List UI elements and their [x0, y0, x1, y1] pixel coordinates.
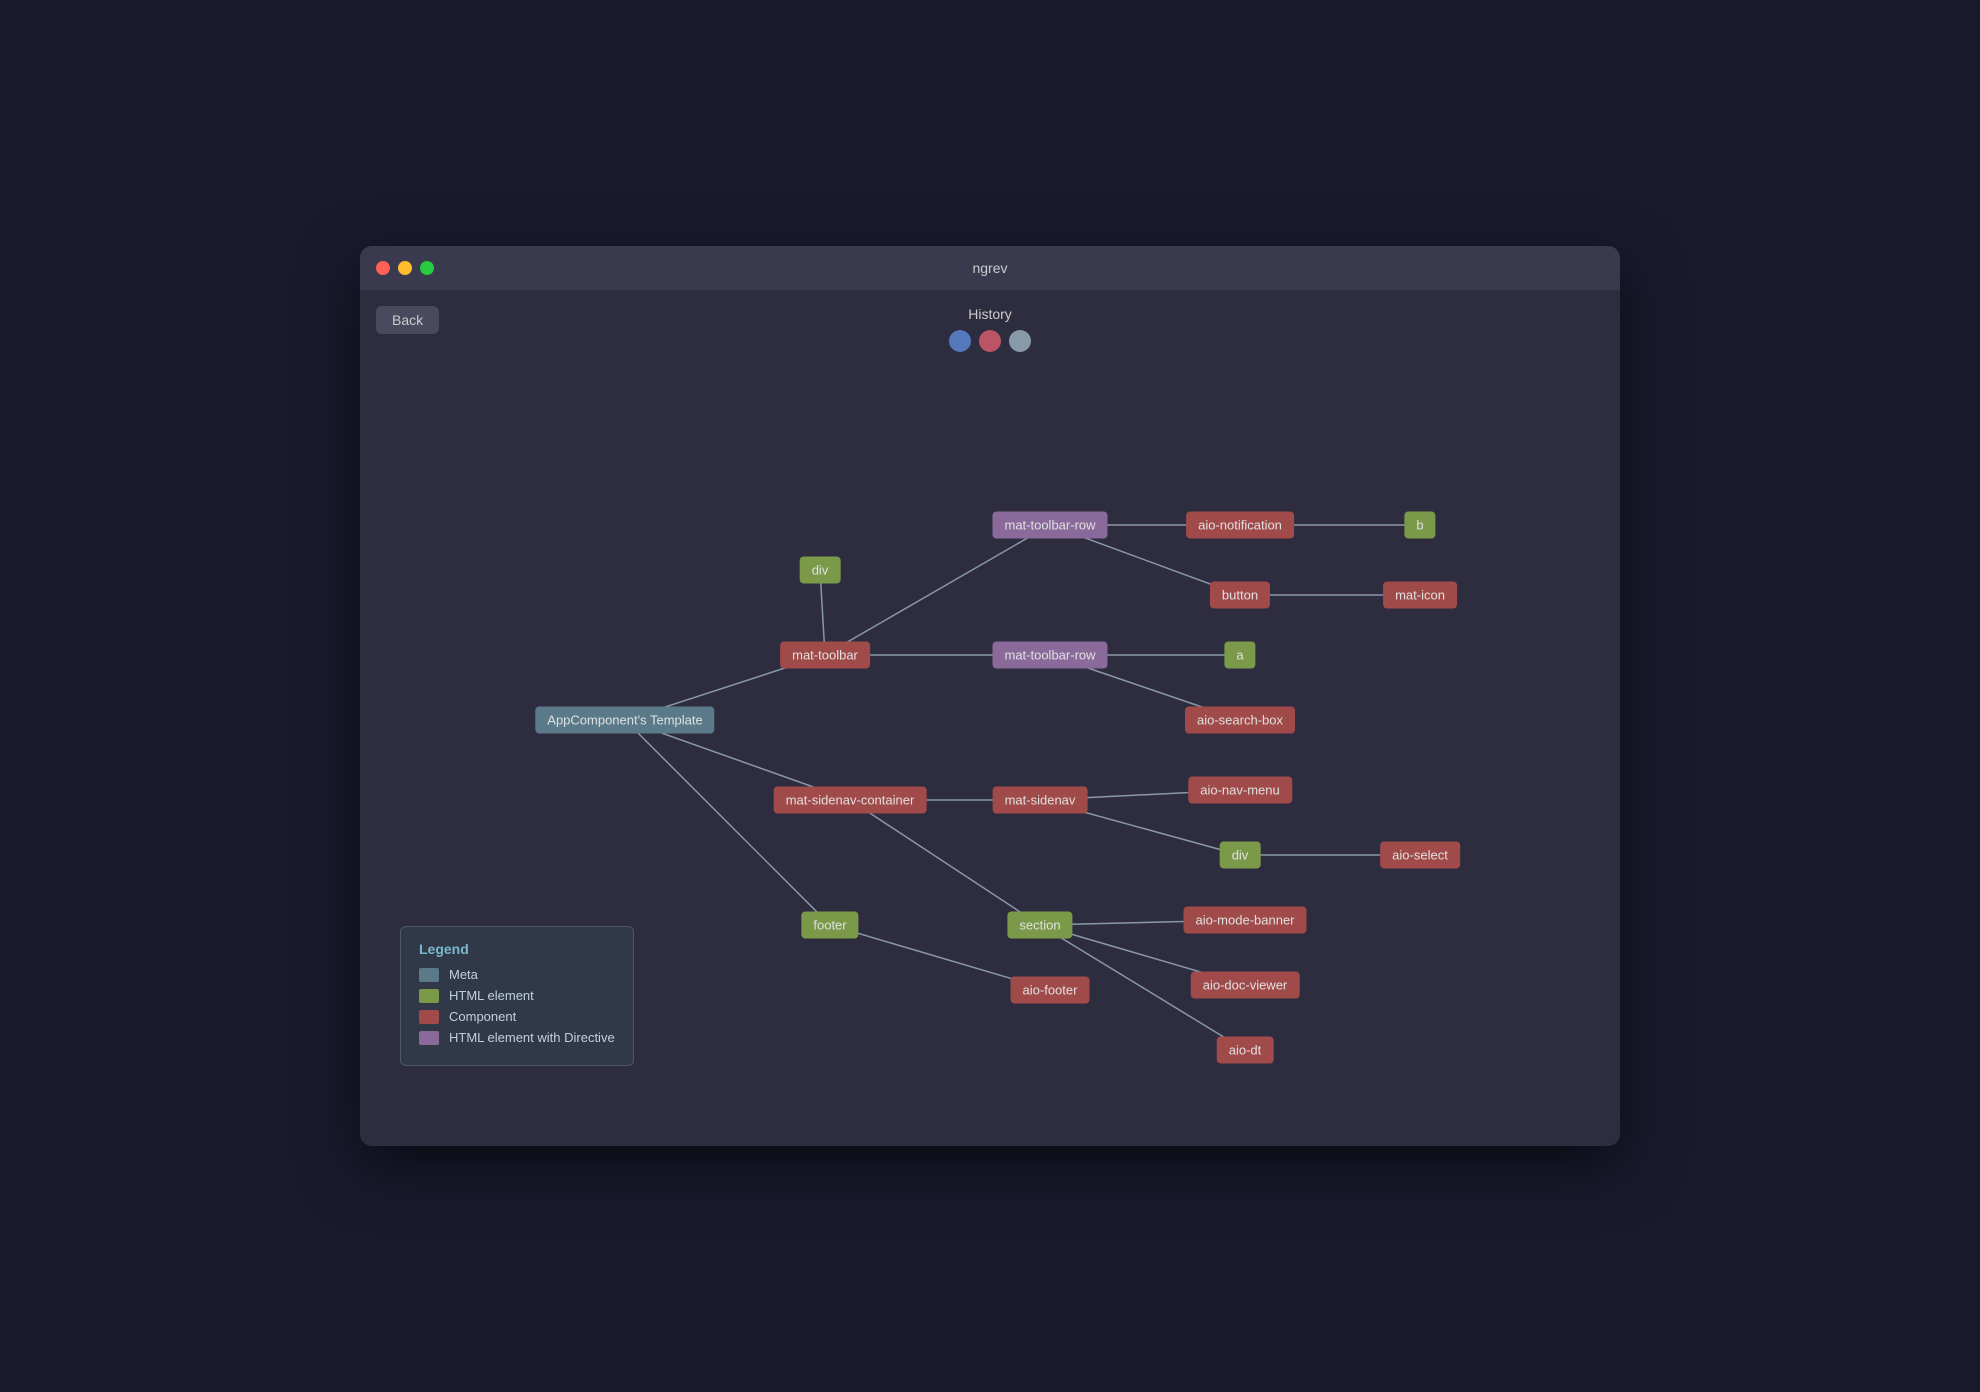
history-section: History: [949, 306, 1031, 352]
node-mat-toolbar[interactable]: mat-toolbar: [780, 642, 870, 669]
history-dot[interactable]: [949, 330, 971, 352]
history-dot[interactable]: [1009, 330, 1031, 352]
window-title: ngrev: [972, 260, 1007, 276]
legend-color-meta: [419, 968, 439, 982]
legend-items: Meta HTML element Component HTML element wi…: [419, 967, 615, 1045]
app-window: ngrev Back History AppComponent's Templa…: [360, 246, 1620, 1146]
node-aio-notification[interactable]: aio-notification: [1186, 512, 1294, 539]
node-footer[interactable]: footer: [801, 912, 858, 939]
legend-color-html: [419, 989, 439, 1003]
node-mat-toolbar-row-2[interactable]: mat-toolbar-row: [992, 642, 1107, 669]
legend-item-meta: Meta: [419, 967, 615, 982]
legend-item-component: Component: [419, 1009, 615, 1024]
content-area: Back History AppComponent's Template mat-…: [360, 290, 1620, 1146]
legend-label-meta: Meta: [449, 967, 478, 982]
node-aio-dt[interactable]: aio-dt: [1217, 1037, 1274, 1064]
node-aio-doc-viewer[interactable]: aio-doc-viewer: [1191, 972, 1300, 999]
traffic-lights: [376, 261, 434, 275]
node-mat-sidenav-container[interactable]: mat-sidenav-container: [774, 787, 927, 814]
node-aio-search-box[interactable]: aio-search-box: [1185, 707, 1295, 734]
node-aio-mode-banner[interactable]: aio-mode-banner: [1183, 907, 1306, 934]
legend-item-directive: HTML element with Directive: [419, 1030, 615, 1045]
node-mat-toolbar-row-1[interactable]: mat-toolbar-row: [992, 512, 1107, 539]
history-dot[interactable]: [979, 330, 1001, 352]
node-mat-icon[interactable]: mat-icon: [1383, 582, 1457, 609]
minimize-button[interactable]: [398, 261, 412, 275]
close-button[interactable]: [376, 261, 390, 275]
node-b[interactable]: b: [1404, 512, 1435, 539]
legend-color-component: [419, 1010, 439, 1024]
node-app-template[interactable]: AppComponent's Template: [535, 707, 714, 734]
node-aio-footer[interactable]: aio-footer: [1011, 977, 1090, 1004]
legend-color-directive: [419, 1031, 439, 1045]
node-mat-sidenav[interactable]: mat-sidenav: [993, 787, 1088, 814]
node-aio-select[interactable]: aio-select: [1380, 841, 1460, 868]
title-bar: ngrev: [360, 246, 1620, 290]
legend-title: Legend: [419, 941, 615, 957]
node-a[interactable]: a: [1224, 642, 1255, 669]
legend-item-html: HTML element: [419, 988, 615, 1003]
node-button[interactable]: button: [1210, 582, 1270, 609]
legend-label-directive: HTML element with Directive: [449, 1030, 615, 1045]
legend: Legend Meta HTML element Component HTML ele…: [400, 926, 634, 1066]
back-button[interactable]: Back: [376, 306, 439, 334]
maximize-button[interactable]: [420, 261, 434, 275]
node-aio-nav-menu[interactable]: aio-nav-menu: [1188, 777, 1292, 804]
node-div-sidenav[interactable]: div: [1220, 841, 1261, 868]
legend-label-component: Component: [449, 1009, 516, 1024]
history-dots: [949, 330, 1031, 352]
node-div-toolbar[interactable]: div: [800, 557, 841, 584]
node-section[interactable]: section: [1007, 912, 1072, 939]
history-label: History: [968, 306, 1012, 322]
legend-label-html: HTML element: [449, 988, 534, 1003]
